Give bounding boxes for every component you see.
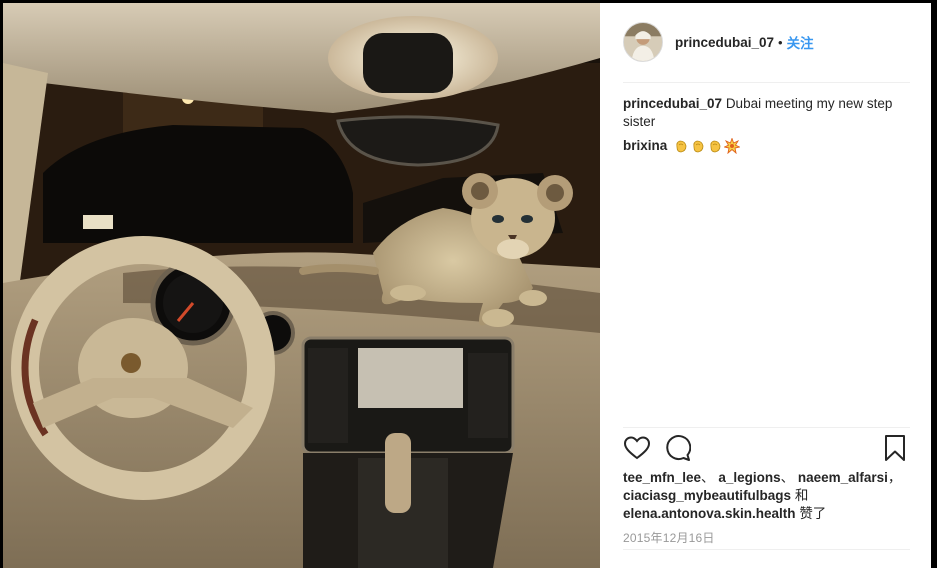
likes-suffix: 赞了 [799,506,827,521]
header-divider [623,82,910,83]
post-author-username[interactable]: princedubai_07 [675,35,774,50]
post-date[interactable]: 2015年12月16日 [623,529,715,546]
caption-username[interactable]: princedubai_07 [623,96,722,111]
likes-summary: tee_mfn_lee、 a_legions、 naeem_alfarsi， c… [623,469,913,523]
instagram-post-modal: princedubai_07 • 关注 princedubai_07 Dubai… [0,0,937,568]
post-photo[interactable] [3,3,600,568]
save-button[interactable] [881,434,909,462]
avatar[interactable] [623,22,663,62]
liker-username[interactable]: ciaciasg_mybeautifulbags [623,488,791,503]
clapping-hands-icon [676,140,687,153]
lion-cub-in-car-photo [3,3,600,568]
header-separator-dot: • [778,34,783,50]
liker-username[interactable]: elena.antonova.skin.health [623,506,796,521]
likes-conjunction: 和 [794,488,809,503]
liker-username[interactable]: a_legions [718,470,780,485]
bookmark-icon [885,435,905,461]
collision-icon [724,138,741,154]
likes-separator: 、 [780,470,795,485]
comment-icon [666,435,691,461]
liker-username[interactable]: naeem_alfarsi [798,470,888,485]
post-header: princedubai_07 • 关注 [623,21,909,63]
clapping-hands-icon [710,140,721,153]
liker-username[interactable]: tee_mfn_lee [623,470,701,485]
clapping-hands-icon [693,140,704,153]
likes-separator: ， [887,470,902,485]
comments-divider [623,427,910,428]
post-side-panel: princedubai_07 • 关注 princedubai_07 Dubai… [600,3,931,568]
comment-button[interactable] [663,434,691,462]
right-edge-backdrop [931,3,937,568]
post-caption: princedubai_07 Dubai meeting my new step… [623,95,913,131]
comment-item: brixina [623,136,741,156]
footer-divider [623,549,910,550]
follow-button[interactable]: 关注 [787,32,814,52]
heart-icon [623,436,651,460]
comment-username[interactable]: brixina [623,136,667,156]
post-actions [623,434,909,466]
like-button[interactable] [623,434,651,462]
avatar-image [624,23,662,61]
likes-separator: 、 [701,470,715,485]
